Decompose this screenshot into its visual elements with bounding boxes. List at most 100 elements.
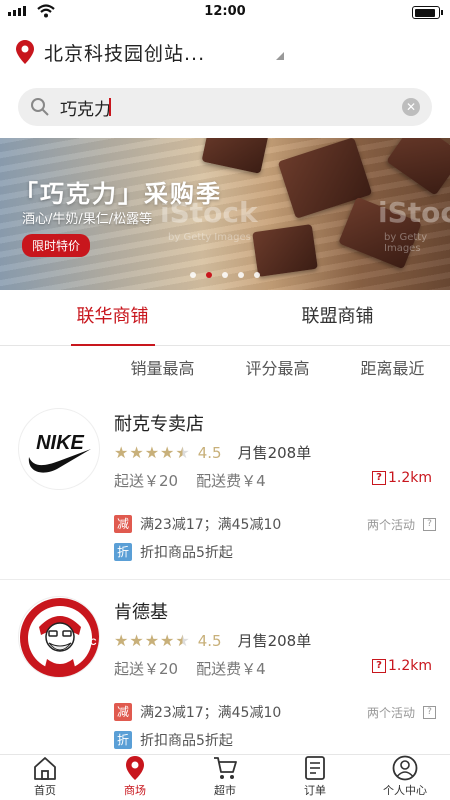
promo-sale: 折 折扣商品5折起 — [114, 542, 233, 562]
fee-row: 起送￥20 配送费￥4 — [114, 658, 266, 679]
promo-discount: 减 满23减17；满45减10 — [114, 702, 281, 722]
search-bar[interactable]: 巧克力 ✕ — [18, 88, 432, 126]
rating-score: 4.5 — [197, 631, 222, 650]
star-icon: ★ — [114, 442, 129, 462]
nav-orders[interactable]: 订单 — [270, 755, 360, 800]
location-selector[interactable]: 北京科技园创站... — [16, 32, 434, 72]
star-icon: ★ — [129, 442, 144, 462]
nav-label: 首页 — [34, 784, 56, 797]
nav-mall[interactable]: 商场 — [90, 755, 180, 800]
half-star-icon: ★ — [175, 630, 190, 650]
location-pin-icon — [126, 756, 144, 780]
discount-tag: 减 — [114, 515, 132, 533]
text-cursor — [109, 98, 111, 116]
store-card[interactable]: KFC 肯德基 ★ ★ ★ ★ ★ 4.5 月售208单 起送￥20 配送费￥4… — [0, 580, 450, 768]
promo-text: 满23减17；满45减10 — [140, 517, 282, 533]
rating-score: 4.5 — [197, 443, 222, 462]
cart-icon — [214, 757, 237, 779]
carousel-dot[interactable] — [238, 272, 244, 278]
dropdown-caret-icon — [276, 52, 284, 60]
sort-by-sales[interactable]: 销量最高 — [105, 346, 220, 392]
store-tabs: 联华商铺 联盟商铺 — [0, 290, 450, 346]
distance: ? 1.2km — [371, 658, 432, 674]
search-icon — [31, 98, 49, 116]
fee-row: 起送￥20 配送费￥4 — [114, 470, 266, 491]
carousel-dot[interactable] — [190, 272, 196, 278]
kfc-logo: KFC — [18, 596, 100, 678]
sort-by-rating[interactable]: 评分最高 — [220, 346, 335, 392]
star-icon: ★ — [160, 442, 175, 462]
status-bar: 12:00 — [0, 0, 450, 24]
svg-text:KFC: KFC — [78, 637, 97, 647]
star-rating: ★ ★ ★ ★ ★ — [114, 630, 190, 650]
star-icon: ★ — [160, 630, 175, 650]
nav-label: 超市 — [214, 784, 236, 797]
location-pin-icon — [16, 40, 34, 64]
carousel-dot-active[interactable] — [206, 272, 212, 278]
carousel-dot[interactable] — [254, 272, 260, 278]
star-icon: ★ — [129, 630, 144, 650]
nav-profile[interactable]: 个人中心 — [360, 755, 450, 800]
promo-discount: 减 满23减17；满45减10 — [114, 514, 281, 534]
promo-sale: 折 折扣商品5折起 — [114, 730, 233, 750]
promo-text: 折扣商品5折起 — [140, 545, 233, 561]
star-icon: ★ — [144, 630, 160, 650]
sort-options: 销量最高 评分最高 距离最近 — [0, 346, 450, 392]
nav-label: 商场 — [124, 784, 146, 797]
search-input[interactable]: 巧克力 — [60, 95, 111, 120]
question-icon: ? — [371, 471, 386, 485]
star-rating: ★ ★ ★ ★ ★ — [114, 442, 190, 462]
app-screen: 12:00 北京科技园创站... 巧克力 ✕ iStock iStock by … — [0, 0, 450, 800]
question-icon: ? — [371, 659, 386, 673]
store-name: 耐克专卖店 — [114, 414, 204, 435]
rating-row: ★ ★ ★ ★ ★ 4.5 月售208单 — [114, 442, 311, 463]
home-icon — [34, 757, 56, 780]
carousel-dots — [0, 272, 450, 278]
star-icon: ★ — [144, 442, 160, 462]
location-text: 北京科技园创站... — [44, 42, 206, 65]
clear-search-icon[interactable]: ✕ — [402, 98, 420, 116]
banner-watermark-sub: by Getty Images — [384, 232, 428, 254]
carousel-dot[interactable] — [222, 272, 228, 278]
star-icon: ★ — [114, 630, 129, 650]
activities-toggle[interactable]: 两个活动 ? — [367, 516, 436, 533]
status-time: 12:00 — [204, 4, 246, 19]
bottom-nav: 首页 商场 超市 订单 个人中心 — [0, 754, 450, 800]
sale-tag: 折 — [114, 731, 132, 749]
question-icon: ? — [423, 518, 436, 531]
monthly-sales: 月售208单 — [237, 632, 312, 650]
store-name: 肯德基 — [114, 602, 168, 623]
tab-alliance-stores[interactable]: 联盟商铺 — [225, 290, 450, 345]
sale-tag: 折 — [114, 543, 132, 561]
banner-title: 「巧克力」采购季 — [14, 180, 222, 208]
order-icon — [305, 756, 325, 780]
nav-home[interactable]: 首页 — [0, 755, 90, 800]
min-order: 起送￥20 — [114, 472, 179, 490]
monthly-sales: 月售208单 — [237, 444, 312, 462]
question-icon: ? — [423, 706, 436, 719]
store-card[interactable]: NIKE 耐克专卖店 ★ ★ ★ ★ ★ 4.5 月售208单 起送￥20 配送… — [0, 392, 450, 580]
discount-tag: 减 — [114, 703, 132, 721]
nav-label: 订单 — [304, 784, 326, 797]
activities-text: 两个活动 — [366, 706, 415, 720]
sort-by-distance[interactable]: 距离最近 — [335, 346, 450, 392]
banner-watermark-sub: by Getty Images — [168, 232, 251, 243]
min-order: 起送￥20 — [114, 660, 179, 678]
banner-subtitle: 酒心/牛奶/果仁/松露等 — [22, 212, 153, 227]
distance: ? 1.2km — [371, 470, 432, 486]
activities-toggle[interactable]: 两个活动 ? — [367, 704, 436, 721]
delivery-fee: 配送费￥4 — [196, 472, 266, 490]
user-icon — [392, 755, 418, 781]
nav-supermarket[interactable]: 超市 — [180, 755, 270, 800]
activities-text: 两个活动 — [366, 518, 415, 532]
promo-banner[interactable]: iStock iStock by Getty Images by Getty I… — [0, 138, 450, 290]
chocolate-piece — [252, 224, 318, 277]
nike-logo: NIKE — [18, 408, 100, 490]
rating-row: ★ ★ ★ ★ ★ 4.5 月售208单 — [114, 630, 311, 651]
promo-text: 折扣商品5折起 — [140, 733, 233, 749]
distance-value: 1.2km — [387, 470, 432, 486]
banner-watermark: iStock — [378, 196, 450, 229]
nav-label: 个人中心 — [383, 784, 427, 797]
banner-badge[interactable]: 限时特价 — [22, 234, 91, 257]
tab-lianhua-stores[interactable]: 联华商铺 — [0, 290, 225, 346]
